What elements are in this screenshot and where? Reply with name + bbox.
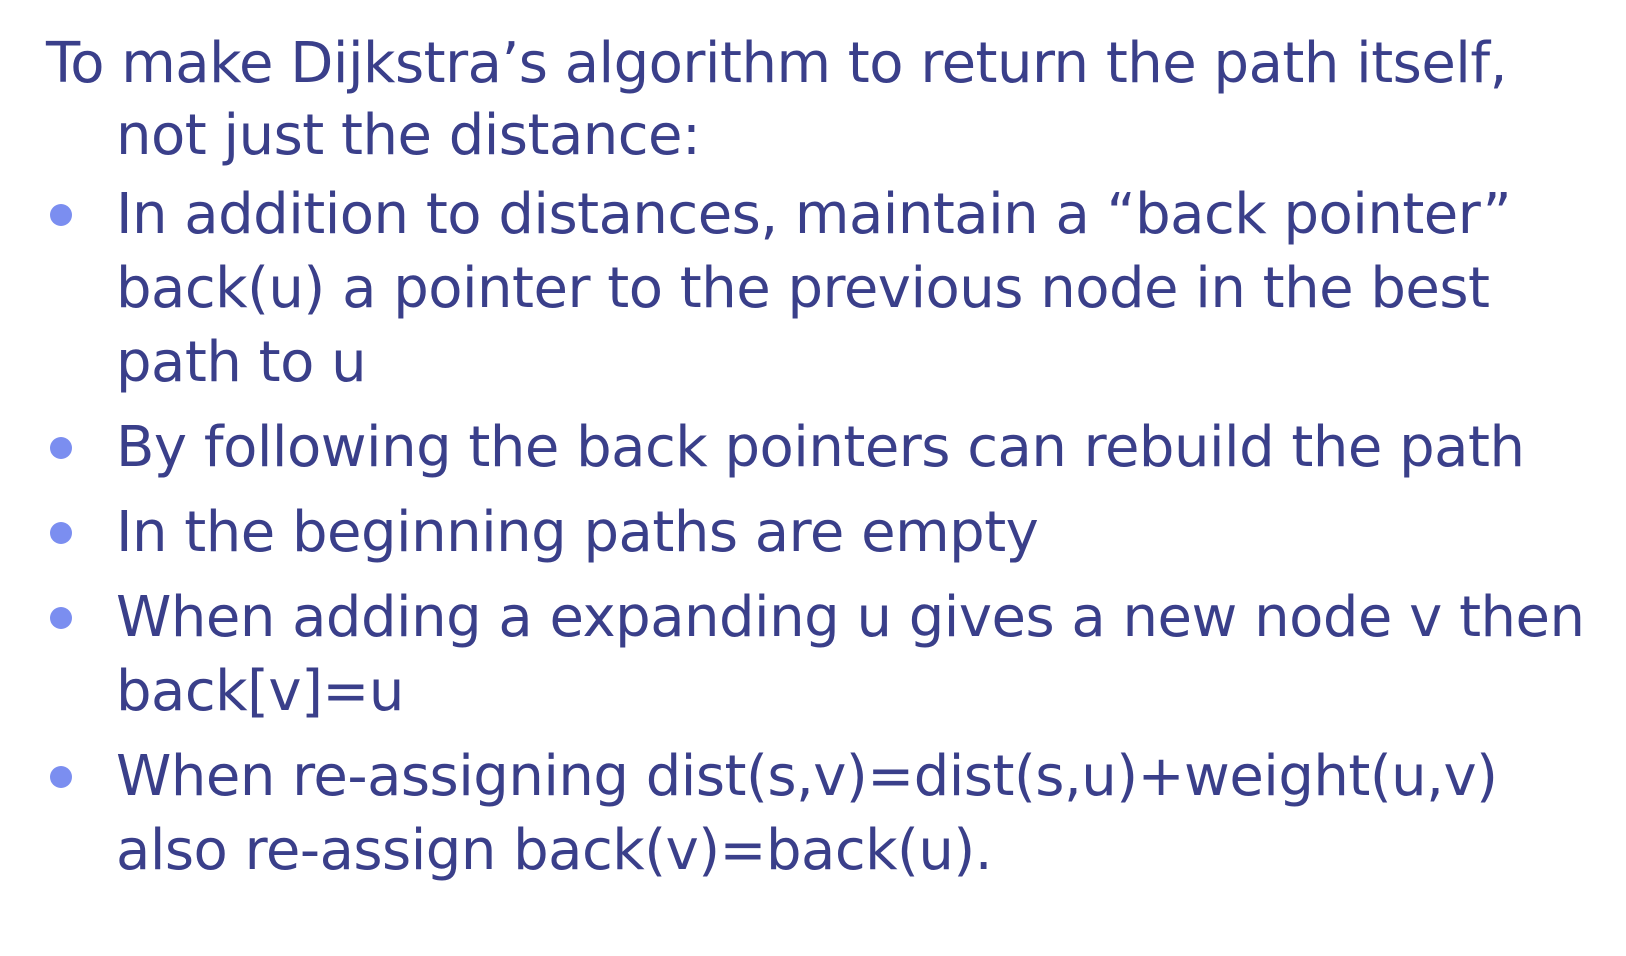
bullet-list: In addition to distances, maintain a “ba… [46,178,1586,888]
bullet-text: In the beginning paths are empty [116,500,1039,565]
bullet-text: When adding a expanding u gives a new no… [116,585,1585,724]
bullet-dot-icon [50,204,72,226]
bullet-dot-icon [50,607,72,629]
bullet-text: When re-assigning dist(s,v)=dist(s,u)+we… [116,744,1498,883]
bullet-dot-icon [50,522,72,544]
bullet-item: In the beginning paths are empty [46,496,1586,570]
bullet-dot-icon [50,766,72,788]
bullet-dot-icon [50,437,72,459]
slide: To make Dijkstra’s algorithm to return t… [0,0,1626,956]
bullet-text: By following the back pointers can rebui… [116,415,1525,480]
bullet-item: By following the back pointers can rebui… [46,411,1586,485]
bullet-item: When re-assigning dist(s,v)=dist(s,u)+we… [46,740,1586,888]
bullet-item: In addition to distances, maintain a “ba… [46,178,1586,400]
bullet-text: In addition to distances, maintain a “ba… [116,182,1512,395]
intro-text: To make Dijkstra’s algorithm to return t… [46,31,1507,168]
bullet-item: When adding a expanding u gives a new no… [46,581,1586,729]
